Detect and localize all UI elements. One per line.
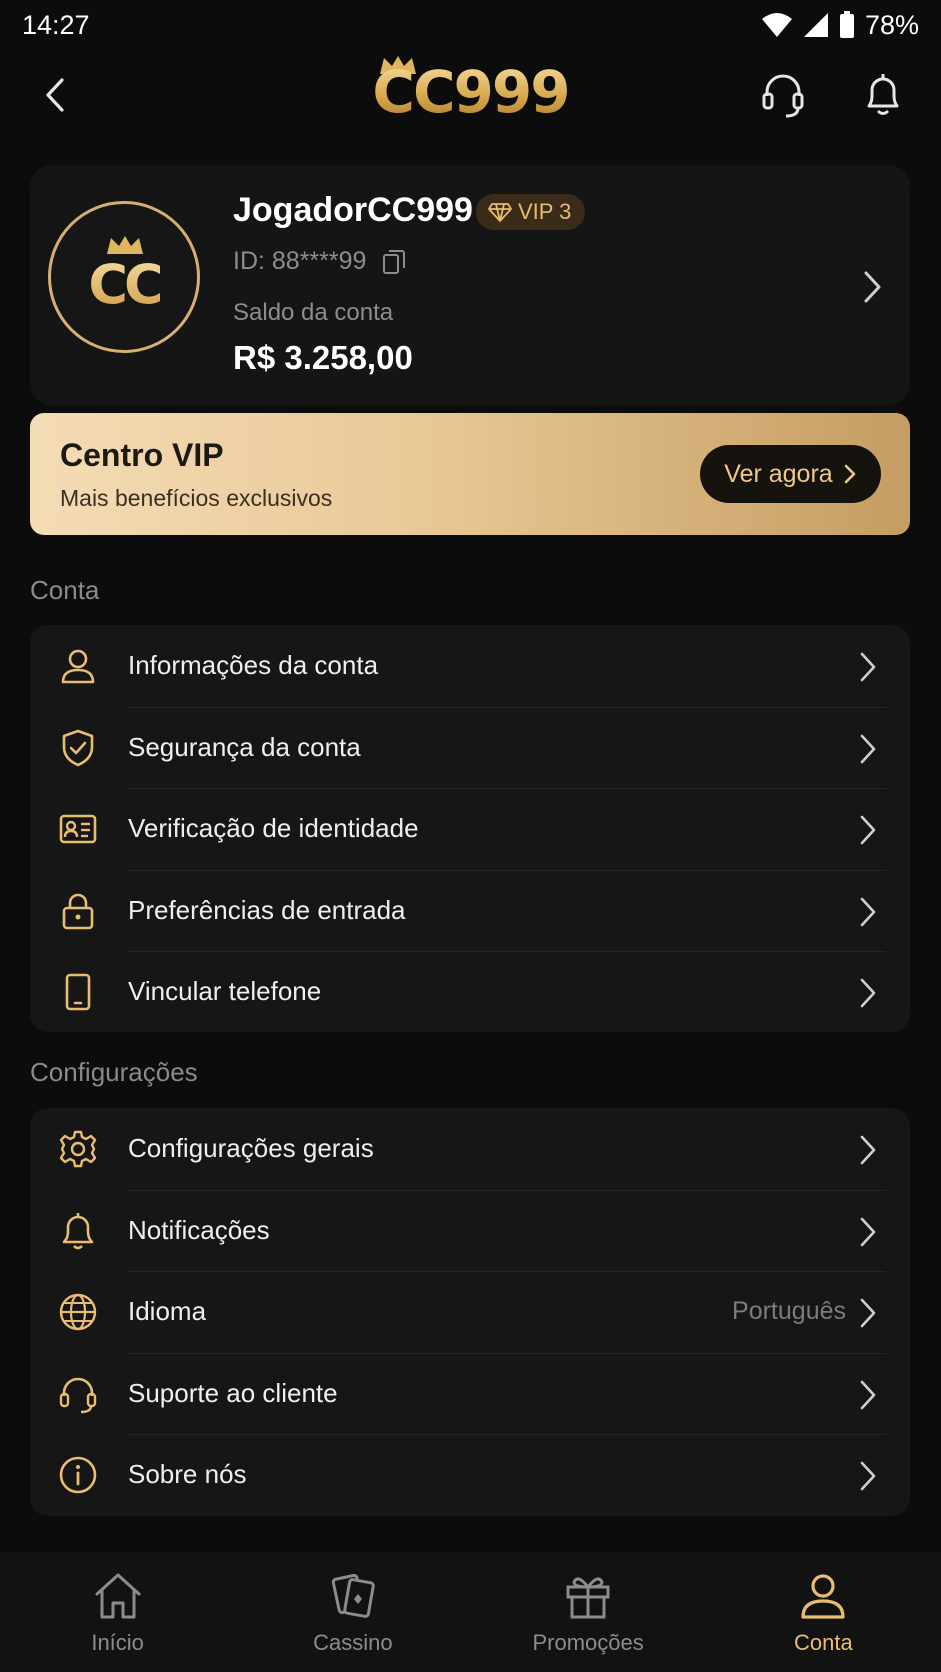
menu-item-customer-support[interactable]: Suporte ao cliente bbox=[30, 1352, 910, 1435]
menu-item-label: Sobre nós bbox=[128, 1459, 247, 1490]
chevron-right-icon bbox=[860, 734, 876, 763]
menu-item-identity-verification[interactable]: Verificação de identidade bbox=[30, 788, 910, 870]
copy-icon[interactable] bbox=[382, 249, 406, 275]
bell-icon[interactable] bbox=[860, 70, 906, 120]
nav-item-account[interactable]: Conta bbox=[706, 1552, 941, 1672]
vip-banner-subtitle: Mais benefícios exclusivos bbox=[60, 485, 333, 511]
status-bar: 14:27 78% bbox=[0, 0, 941, 50]
chevron-right-icon bbox=[860, 978, 876, 1008]
user-id: ID: 88****99 bbox=[233, 247, 406, 276]
nav-label: Conta bbox=[794, 1630, 853, 1655]
user-icon bbox=[801, 1574, 845, 1619]
status-time: 14:27 bbox=[22, 9, 90, 40]
bell-icon bbox=[62, 1212, 94, 1249]
vip-level: VIP 3 bbox=[518, 199, 572, 224]
menu-item-language[interactable]: Idioma Português bbox=[30, 1271, 910, 1353]
home-icon bbox=[95, 1573, 141, 1619]
nav-label: Início bbox=[91, 1630, 144, 1655]
chevron-right-icon bbox=[860, 897, 876, 926]
chevron-right-icon bbox=[860, 1380, 876, 1409]
user-icon bbox=[61, 649, 95, 684]
diamond-icon bbox=[488, 203, 512, 222]
nav-item-promotions[interactable]: Promoções bbox=[471, 1552, 706, 1672]
nav-item-home[interactable]: Início bbox=[0, 1552, 235, 1672]
menu-item-login-preferences[interactable]: Preferências de entrada bbox=[30, 869, 910, 952]
settings-section-title: Configurações bbox=[30, 1057, 198, 1087]
info-icon bbox=[59, 1456, 97, 1494]
menu-item-label: Configurações gerais bbox=[128, 1133, 374, 1164]
cards-icon bbox=[331, 1573, 375, 1618]
avatar-logo-text: CC bbox=[88, 252, 163, 316]
menu-item-label: Vincular telefone bbox=[128, 976, 322, 1007]
vip-badge: VIP 3 bbox=[476, 194, 586, 230]
chevron-right-icon bbox=[860, 1217, 876, 1246]
settings-menu: Configurações gerais Notificações Idioma… bbox=[30, 1108, 910, 1516]
account-menu: Informações da conta Segurança da conta … bbox=[30, 625, 910, 1032]
crown-icon bbox=[107, 236, 143, 254]
gear-icon bbox=[59, 1130, 97, 1168]
vip-center-banner[interactable]: Centro VIP Mais benefícios exclusivos Ve… bbox=[30, 413, 910, 535]
chevron-right-icon bbox=[860, 652, 876, 682]
menu-item-account-info[interactable]: Informações da conta bbox=[30, 625, 910, 707]
account-section-title: Conta bbox=[30, 575, 100, 605]
view-now-label: Ver agora bbox=[724, 459, 833, 488]
headset-icon bbox=[59, 1377, 97, 1413]
lock-icon bbox=[62, 893, 94, 929]
chevron-right-icon bbox=[860, 1135, 876, 1165]
battery-icon bbox=[839, 11, 854, 38]
wifi-icon bbox=[761, 13, 792, 37]
menu-item-label: Verificação de identidade bbox=[128, 813, 419, 844]
balance-label: Saldo da conta bbox=[233, 299, 394, 326]
globe-icon bbox=[59, 1293, 97, 1331]
user-id-text: ID: 88****99 bbox=[233, 247, 367, 275]
menu-item-account-security[interactable]: Segurança da conta bbox=[30, 706, 910, 789]
chevron-right-icon bbox=[860, 1298, 876, 1328]
signal-icon bbox=[803, 13, 828, 37]
language-value: Português bbox=[732, 1297, 846, 1326]
vip-banner-title: Centro VIP bbox=[60, 437, 224, 473]
chevron-right-icon bbox=[864, 271, 881, 303]
menu-item-label: Preferências de entrada bbox=[128, 894, 406, 925]
menu-item-link-phone[interactable]: Vincular telefone bbox=[30, 951, 910, 1033]
nav-label: Promoções bbox=[532, 1630, 644, 1655]
status-icons: 78% bbox=[761, 10, 919, 41]
shield-check-icon bbox=[62, 729, 94, 766]
username: JogadorCC999 bbox=[233, 191, 473, 229]
balance-value: R$ 3.258,00 bbox=[233, 339, 413, 376]
menu-item-label: Idioma bbox=[128, 1296, 207, 1327]
id-card-icon bbox=[59, 814, 97, 844]
gift-icon bbox=[566, 1577, 610, 1619]
phone-icon bbox=[65, 973, 91, 1011]
profile-card[interactable]: CC JogadorCC999 VIP 3 ID: 88****99 Saldo… bbox=[30, 165, 910, 405]
menu-item-label: Suporte ao cliente bbox=[128, 1377, 338, 1408]
avatar: CC bbox=[48, 201, 200, 353]
menu-item-label: Notificações bbox=[128, 1214, 270, 1245]
headset-icon[interactable] bbox=[760, 70, 806, 120]
menu-item-notifications[interactable]: Notificações bbox=[30, 1189, 910, 1272]
nav-label: Cassino bbox=[313, 1630, 393, 1655]
nav-item-casino[interactable]: Cassino bbox=[235, 1552, 470, 1672]
battery-percent: 78% bbox=[864, 9, 919, 40]
app-header: CC999 bbox=[0, 50, 941, 140]
menu-item-label: Informações da conta bbox=[128, 650, 379, 681]
view-now-button[interactable]: Ver agora bbox=[700, 445, 881, 503]
chevron-right-icon bbox=[844, 464, 856, 484]
menu-item-label: Segurança da conta bbox=[128, 731, 361, 762]
bottom-nav: Início Cassino Promoções Conta bbox=[0, 1552, 941, 1672]
chevron-right-icon bbox=[860, 815, 876, 845]
chevron-right-icon bbox=[860, 1461, 876, 1491]
menu-item-general-settings[interactable]: Configurações gerais bbox=[30, 1108, 910, 1190]
menu-item-about-us[interactable]: Sobre nós bbox=[30, 1434, 910, 1516]
